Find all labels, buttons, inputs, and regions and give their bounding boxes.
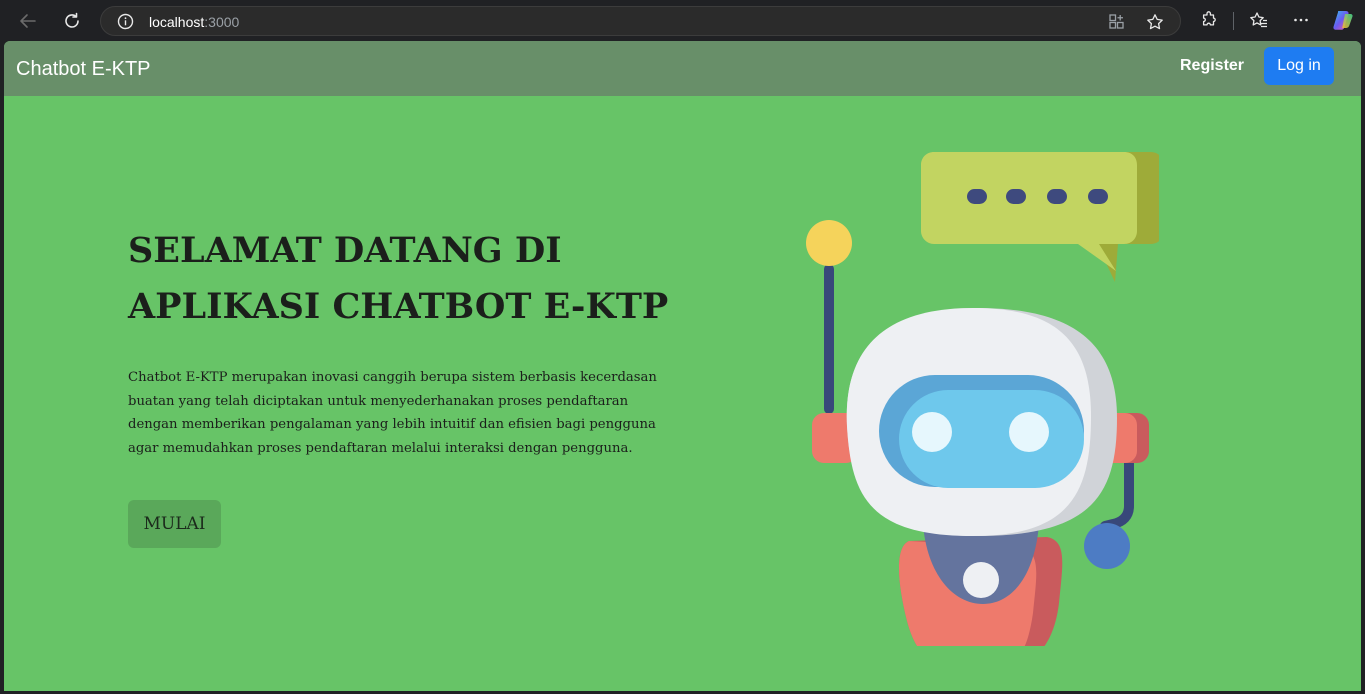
extensions-icon[interactable]: [1198, 9, 1220, 31]
register-link[interactable]: Register: [1180, 57, 1244, 75]
hero-title-line-2: APLIKASI CHATBOT E-KTP: [128, 286, 669, 327]
info-icon[interactable]: [117, 13, 134, 35]
more-icon[interactable]: [1290, 9, 1312, 31]
back-arrow-icon[interactable]: [15, 8, 41, 34]
brand-title[interactable]: Chatbot E-KTP: [16, 58, 151, 81]
hero-title-line-1: SELAMAT DATANG DI: [128, 230, 562, 271]
hero-title: SELAMAT DATANG DI APLIKASI CHATBOT E-KTP: [128, 223, 728, 335]
copilot-icon[interactable]: [1331, 8, 1355, 32]
robot-chatbot-illustration: [806, 152, 1159, 646]
refresh-icon[interactable]: [59, 8, 85, 34]
start-button[interactable]: MULAI: [128, 500, 221, 548]
star-icon[interactable]: [1146, 13, 1164, 36]
url-host: localhost: [149, 14, 205, 30]
url-text: localhost:3000: [149, 14, 239, 30]
login-button[interactable]: Log in: [1264, 47, 1334, 85]
hero-description: Chatbot E-KTP merupakan inovasi canggih …: [128, 370, 657, 456]
address-bar[interactable]: localhost:3000: [100, 6, 1181, 36]
speech-bubble-icon: [921, 152, 1159, 282]
url-port: :3000: [204, 14, 240, 30]
browser-toolbar: localhost:3000: [0, 0, 1365, 41]
toolbar-divider: [1233, 12, 1234, 30]
app-grid-icon[interactable]: [1108, 13, 1125, 35]
favorites-icon[interactable]: [1247, 9, 1269, 31]
page-viewport: Chatbot E-KTP Register Log in SELAMAT DA…: [4, 41, 1361, 691]
navbar: Chatbot E-KTP Register Log in: [4, 41, 1361, 96]
